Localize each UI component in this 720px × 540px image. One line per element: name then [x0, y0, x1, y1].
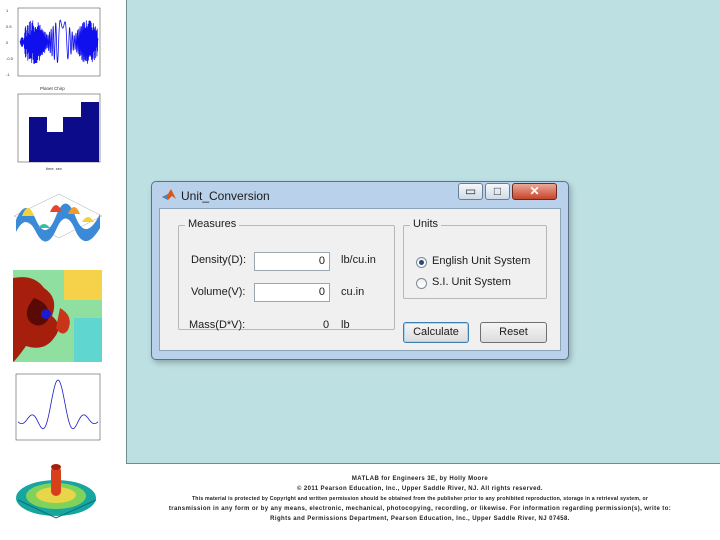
window-title: Unit_Conversion	[181, 189, 270, 203]
tick-label: -0.5	[6, 56, 14, 61]
footer-line: Rights and Permissions Department, Pears…	[270, 516, 570, 522]
volume-label: Volume(V):	[191, 286, 246, 298]
mass-unit: lb	[341, 319, 350, 331]
measures-legend: Measures	[185, 218, 240, 230]
volume-input[interactable]: 0	[254, 283, 330, 302]
density-unit: lb/cu.in	[341, 254, 376, 266]
minimize-icon: ▭	[464, 184, 477, 198]
chirp-plot-thumbnail: 1 0.5 0 -0.5 -1 Planet Chirp	[4, 6, 104, 94]
units-panel: Units English Unit System S.I. Unit Syst…	[403, 218, 547, 299]
axis-label: time, sec	[46, 166, 62, 171]
close-button[interactable]: ✕	[512, 183, 557, 200]
units-legend: Units	[410, 218, 442, 230]
close-icon: ✕	[529, 184, 540, 198]
maximize-button[interactable]: □	[485, 183, 510, 200]
unit-conversion-window: Unit_Conversion ▭ □ ✕ Measures Density(D…	[151, 181, 569, 360]
mass-value: 0	[323, 319, 330, 331]
density-input[interactable]: 0	[254, 252, 330, 271]
si-unit-label[interactable]: S.I. Unit System	[432, 276, 511, 288]
sinc-plot-thumbnail	[4, 372, 104, 450]
density-label: Density(D):	[191, 254, 247, 266]
mesh-plot-thumbnail	[12, 458, 102, 522]
reset-button[interactable]: Reset	[480, 322, 547, 343]
plot-title: Planet Chirp	[40, 86, 65, 91]
measures-panel: Measures Density(D): 0 lb/cu.in Volume(V…	[178, 218, 395, 331]
fractal-image-thumbnail	[4, 268, 104, 370]
footer-line: © 2011 Pearson Education, Inc., Upper Sa…	[296, 486, 543, 492]
maximize-icon: □	[493, 184, 502, 198]
surface-plot-thumbnail	[4, 176, 104, 264]
footer-line: This material is protected by Copyright …	[191, 496, 649, 502]
volume-unit: cu.in	[341, 286, 365, 298]
window-client-area: Measures Density(D): 0 lb/cu.in Volume(V…	[159, 208, 561, 351]
matlab-logo-icon	[162, 189, 176, 200]
footer-line: MATLAB for Engineers 3E, by Holly Moore	[351, 476, 489, 482]
minimize-button[interactable]: ▭	[458, 183, 483, 200]
english-unit-label[interactable]: English Unit System	[432, 255, 530, 267]
english-unit-radio[interactable]	[416, 257, 427, 268]
calculate-button[interactable]: Calculate	[403, 322, 469, 343]
tick-label: 0.5	[6, 24, 12, 29]
mass-label: Mass(D*V):	[189, 319, 246, 331]
thumbnail-strip: 1 0.5 0 -0.5 -1 Planet Chirp time, sec	[0, 0, 120, 540]
copyright-footer: MATLAB for Engineers 3E, by Holly Moore …	[120, 474, 720, 524]
title-bar[interactable]: Unit_Conversion ▭ □ ✕	[152, 182, 568, 208]
footer-line: transmission in any form or by any means…	[168, 506, 672, 512]
histogram-thumbnail: time, sec	[4, 92, 104, 174]
si-unit-radio[interactable]	[416, 278, 427, 289]
